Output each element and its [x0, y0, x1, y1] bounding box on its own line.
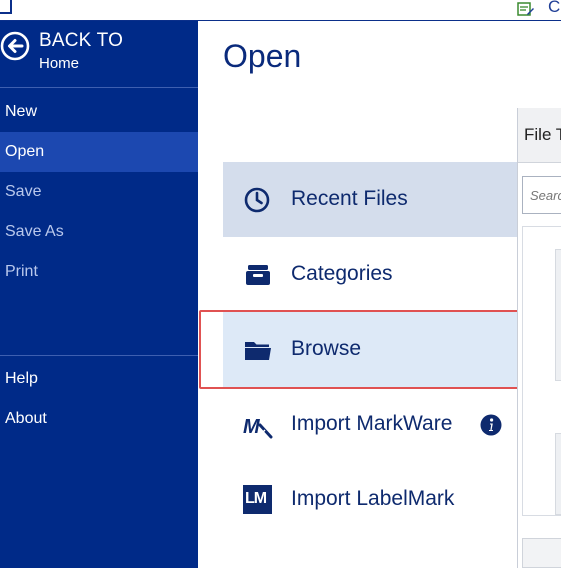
option-categories[interactable]: Categories — [223, 237, 518, 312]
label-edit-icon[interactable] — [517, 1, 535, 17]
clock-icon — [244, 187, 270, 213]
toolbar-partial-text: C — [548, 0, 561, 16]
back-subtitle: Home — [39, 55, 80, 72]
sidebar-item-open[interactable]: Open — [0, 132, 198, 172]
sidebar-item-save[interactable]: Save — [0, 172, 198, 212]
search-input[interactable]: Search — [522, 176, 561, 214]
file-panel-header: File T — [518, 108, 561, 163]
sidebar-item-save-as[interactable]: Save As — [0, 212, 198, 252]
back-to-home-button[interactable]: BACK TO Home — [0, 29, 198, 79]
markware-icon: M — [243, 416, 273, 439]
search-placeholder: Search — [530, 188, 561, 203]
option-label: Import MarkWare — [291, 412, 453, 435]
option-label: Categories — [291, 262, 393, 285]
back-title: BACK TO — [39, 30, 124, 51]
back-arrow-icon — [0, 31, 30, 61]
labelmark-icon-text: LM — [245, 490, 267, 507]
info-icon[interactable] — [480, 414, 502, 436]
list-item[interactable] — [555, 433, 561, 515]
archive-box-icon — [246, 265, 270, 285]
divider — [0, 355, 198, 356]
file-panel: File T Search — [517, 108, 561, 568]
svg-text:M: M — [243, 416, 261, 438]
app-icon — [0, 0, 12, 14]
option-label: Import LabelMark — [291, 487, 455, 510]
option-import-labelmark[interactable]: LM Import LabelMark — [223, 462, 518, 537]
backstage-sidebar: BACK TO Home New Open Save Save As Print… — [0, 21, 198, 568]
list-item[interactable] — [555, 249, 561, 381]
panel-footer-button[interactable] — [522, 538, 561, 568]
page-title: Open — [223, 38, 302, 74]
sidebar-item-print[interactable]: Print — [0, 252, 198, 292]
title-bar: C — [0, 0, 561, 21]
option-import-markware[interactable]: M Import MarkWare — [223, 387, 518, 462]
sidebar-item-about[interactable]: About — [0, 399, 198, 439]
browse-highlight-frame — [199, 310, 535, 389]
file-panel-title: File T — [524, 125, 561, 144]
option-label: Recent Files — [291, 187, 408, 210]
file-list[interactable] — [522, 226, 561, 516]
labelmark-icon: LM — [243, 485, 272, 514]
sidebar-item-new[interactable]: New — [0, 92, 198, 132]
option-recent-files[interactable]: Recent Files — [223, 162, 518, 237]
sidebar-item-help[interactable]: Help — [0, 359, 198, 399]
divider — [0, 87, 198, 88]
